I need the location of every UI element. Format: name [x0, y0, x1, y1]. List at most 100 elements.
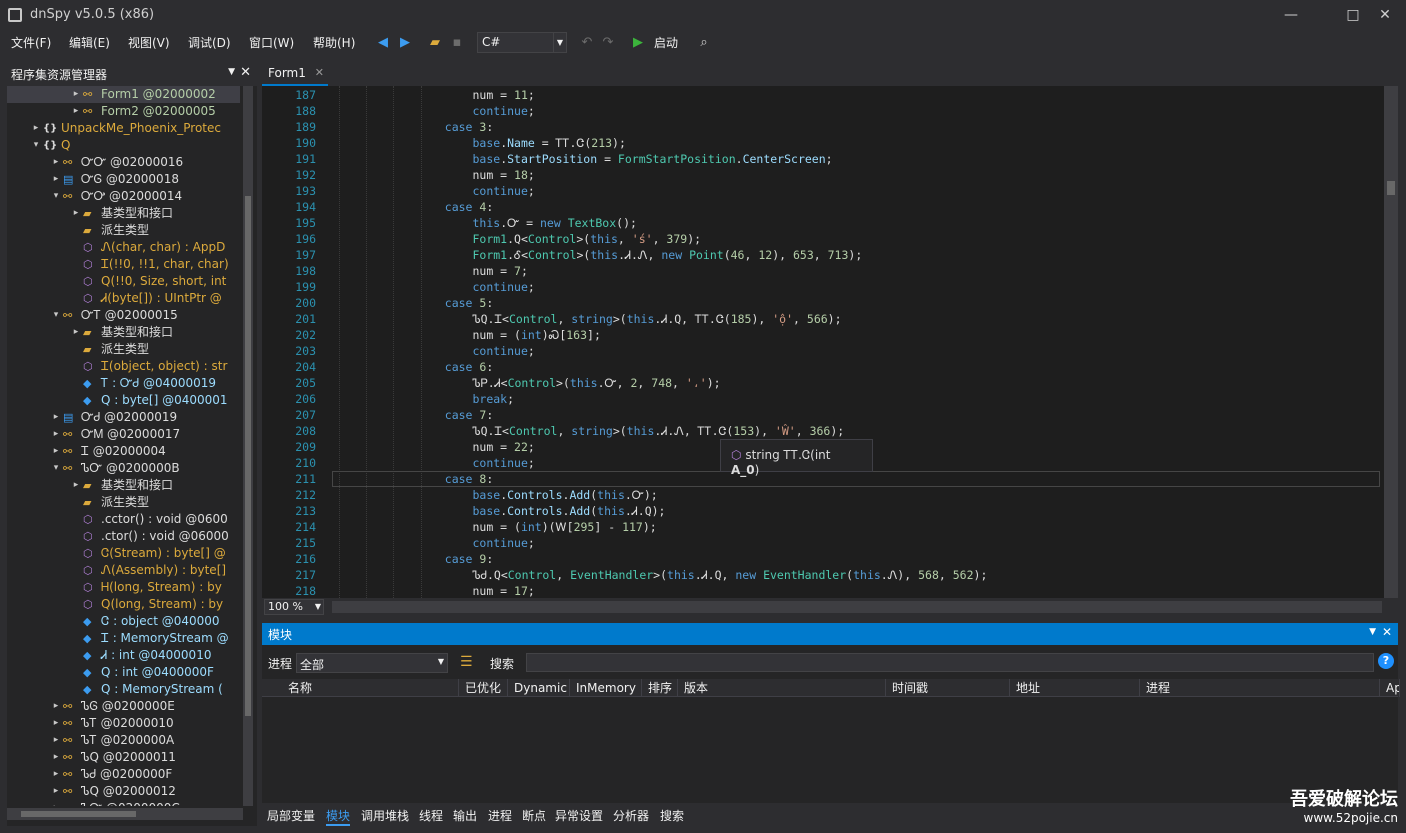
- tree-node[interactable]: ⬡ .cctor() : void @0600: [7, 511, 240, 528]
- expanded-arrow-icon[interactable]: ▾: [51, 307, 61, 324]
- code-line[interactable]: continue;: [334, 103, 534, 119]
- tree-node[interactable]: ⬡ Ꮳ(Stream) : byte[] @: [7, 545, 240, 562]
- code-line[interactable]: case 4:: [334, 199, 494, 215]
- tab-form1[interactable]: Form1 ✕: [262, 62, 328, 86]
- collapsed-arrow-icon[interactable]: ▸: [71, 103, 81, 120]
- close-button[interactable]: ✕: [1362, 0, 1406, 30]
- code-line[interactable]: ᏖᏢ.Ꮧ<Control>(this.Ꮕ, 2, 748, '،');: [334, 375, 720, 391]
- redo-icon[interactable]: ↷: [600, 33, 616, 53]
- code-line[interactable]: case 7:: [334, 407, 494, 423]
- tree-node[interactable]: ▸ ⚯ ᏖᎢ @02000010: [7, 715, 240, 732]
- bottom-tab[interactable]: 断点: [522, 807, 546, 824]
- process-select[interactable]: 全部 ▼: [296, 653, 448, 673]
- dropdown-icon[interactable]: ▼: [228, 67, 235, 77]
- collapsed-arrow-icon[interactable]: ▸: [51, 171, 61, 188]
- tree-node[interactable]: ⬡ Q(!!0, Size, short, int: [7, 273, 240, 290]
- tree-node[interactable]: ▸⚯ ᏖᏅ @0200000C: [7, 800, 240, 806]
- scrollbar-thumb[interactable]: [1387, 181, 1395, 195]
- column-header[interactable]: InMemory: [570, 679, 642, 697]
- tree-vertical-scrollbar[interactable]: [243, 86, 253, 806]
- bottom-tab[interactable]: 模块: [326, 807, 351, 826]
- bottom-tab[interactable]: 局部变量: [267, 807, 315, 824]
- column-header[interactable]: 版本: [678, 679, 886, 697]
- menu-file[interactable]: 文件(F): [11, 34, 51, 51]
- tree-node[interactable]: ▸ ▰ 基类型和接口: [7, 477, 240, 494]
- code-line[interactable]: num = 18;: [334, 167, 534, 183]
- tree-node[interactable]: ▰ 派生类型: [7, 341, 240, 358]
- tree-node[interactable]: ▸ ⚯ ᏖᎶ @0200000E: [7, 698, 240, 715]
- tree-node[interactable]: ▸ ⚯ Ꮖ @02000004: [7, 443, 240, 460]
- tree-node[interactable]: ◆ Ꮳ : object @040000: [7, 613, 240, 630]
- menu-view[interactable]: 视图(V): [128, 34, 170, 51]
- column-header[interactable]: Ap: [1380, 679, 1400, 697]
- collapsed-arrow-icon[interactable]: ▸: [51, 409, 61, 426]
- code-line[interactable]: case 5:: [334, 295, 494, 311]
- code-line[interactable]: ᏖQ.Ꮖ<Control, string>(this.Ꮧ.Q, ᎢᎢ.Ꮳ(185…: [334, 311, 841, 327]
- tree-node[interactable]: ▾ ⚯ ᏖᏅ @0200000B: [7, 460, 240, 477]
- zoom-select[interactable]: 100 % ▼: [264, 599, 324, 615]
- collapsed-arrow-icon[interactable]: ▸: [51, 698, 61, 715]
- tree-node[interactable]: ◆ Q : byte[] @0400001: [7, 392, 240, 409]
- tree-node[interactable]: ▰ 派生类型: [7, 222, 240, 239]
- start-icon[interactable]: ▶: [632, 33, 644, 53]
- collapsed-arrow-icon[interactable]: ▸: [51, 783, 61, 800]
- bottom-tab[interactable]: 进程: [488, 807, 512, 824]
- language-select[interactable]: C# ▼: [477, 32, 567, 53]
- collapsed-arrow-icon[interactable]: ▸: [51, 443, 61, 460]
- bottom-tab[interactable]: 搜索: [660, 807, 684, 824]
- code-line[interactable]: Form1.Q<Control>(this, 'ś', 379);: [334, 231, 701, 247]
- column-header[interactable]: 进程: [1140, 679, 1380, 697]
- collapsed-arrow-icon[interactable]: ▸: [71, 205, 81, 222]
- tree-node[interactable]: ▸ ⚯ ᏖQ @02000012: [7, 783, 240, 800]
- code-line[interactable]: case 6:: [334, 359, 494, 375]
- code-line[interactable]: ᏖQ.Ꮖ<Control, string>(this.Ꮧ.Ꮑ, ᎢᎢ.Ꮳ(153…: [334, 423, 844, 439]
- back-icon[interactable]: ◀: [374, 33, 392, 53]
- scrollbar-thumb[interactable]: [21, 811, 136, 817]
- collapsed-arrow-icon[interactable]: ▸: [51, 426, 61, 443]
- code-line[interactable]: this.Ꮕ = new TextBox();: [334, 215, 636, 231]
- code-line[interactable]: break;: [334, 391, 514, 407]
- collapsed-arrow-icon[interactable]: ▸: [71, 324, 81, 341]
- tree-node[interactable]: ◆ Ꭲ : ᏅᏧ @04000019: [7, 375, 240, 392]
- forward-icon[interactable]: ▶: [396, 33, 414, 53]
- code-line[interactable]: base.StartPosition = FormStartPosition.C…: [334, 151, 832, 167]
- collapsed-arrow-icon[interactable]: ▸: [51, 154, 61, 171]
- tree-node[interactable]: ▾ ⚯ ᏅᎤ @02000014: [7, 188, 240, 205]
- tree-node[interactable]: ▸ ▰ 基类型和接口: [7, 205, 240, 222]
- bottom-tab[interactable]: 调用堆栈: [361, 807, 409, 824]
- tree-node[interactable]: ▾ ⚯ ᏅᎢ @02000015: [7, 307, 240, 324]
- collapsed-arrow-icon[interactable]: ▸: [51, 715, 61, 732]
- close-icon[interactable]: ✕: [315, 66, 324, 79]
- tree-node[interactable]: ⬡ Q(long, Stream) : by: [7, 596, 240, 613]
- menu-debug[interactable]: 调试(D): [188, 34, 231, 51]
- bottom-tab[interactable]: 线程: [419, 807, 443, 824]
- column-header[interactable]: 时间戳: [886, 679, 1010, 697]
- code-line[interactable]: case 3:: [334, 119, 494, 135]
- list-icon[interactable]: ☰: [460, 654, 473, 670]
- code-line[interactable]: continue;: [334, 279, 534, 295]
- tree-node[interactable]: ▸ ⚯ ᏖQ @02000011: [7, 749, 240, 766]
- code-line[interactable]: num = (int)(Ꮃ[295] - 117);: [334, 519, 656, 535]
- code-line[interactable]: num = 7;: [334, 263, 527, 279]
- tree-horizontal-scrollbar[interactable]: [7, 808, 243, 820]
- tree-node[interactable]: ◆ Q : int @0400000F: [7, 664, 240, 681]
- scrollbar-thumb[interactable]: [245, 196, 251, 716]
- collapsed-arrow-icon[interactable]: ▸: [51, 749, 61, 766]
- tree-node[interactable]: ▸ ⚯ Form1 @02000002: [7, 86, 240, 103]
- tree-node[interactable]: ⬡ Ꮑ(Assembly) : byte[]: [7, 562, 240, 579]
- tree-node[interactable]: ▸{} UnpackMe_Phoenix_Protec: [7, 120, 240, 137]
- bottom-tab[interactable]: 异常设置: [555, 807, 603, 824]
- editor-vertical-scrollbar[interactable]: [1384, 86, 1398, 598]
- tree-node[interactable]: ▾{} Q: [7, 137, 240, 154]
- tree-node[interactable]: ⬡ .ctor() : void @06000: [7, 528, 240, 545]
- tree-node[interactable]: ▸ ▤ ᏅᎶ @02000018: [7, 171, 240, 188]
- code-line[interactable]: continue;: [334, 455, 534, 471]
- collapsed-arrow-icon[interactable]: ▸: [51, 800, 61, 806]
- tree-node[interactable]: ⬡ Ꮋ(long, Stream) : by: [7, 579, 240, 596]
- code-editor[interactable]: 187 num = 11; 188 continue; 189 case 3: 190…: [262, 86, 1398, 598]
- search-input[interactable]: [526, 653, 1374, 672]
- code-line[interactable]: num = 22;: [334, 439, 534, 455]
- tree-node[interactable]: ▸ ⚯ ᏅᎷ @02000017: [7, 426, 240, 443]
- tree-node[interactable]: ▸ ⚯ ᏖᏧ @0200000F: [7, 766, 240, 783]
- tree-node[interactable]: ⬡ Ꮧ(byte[]) : UIntPtr @: [7, 290, 240, 307]
